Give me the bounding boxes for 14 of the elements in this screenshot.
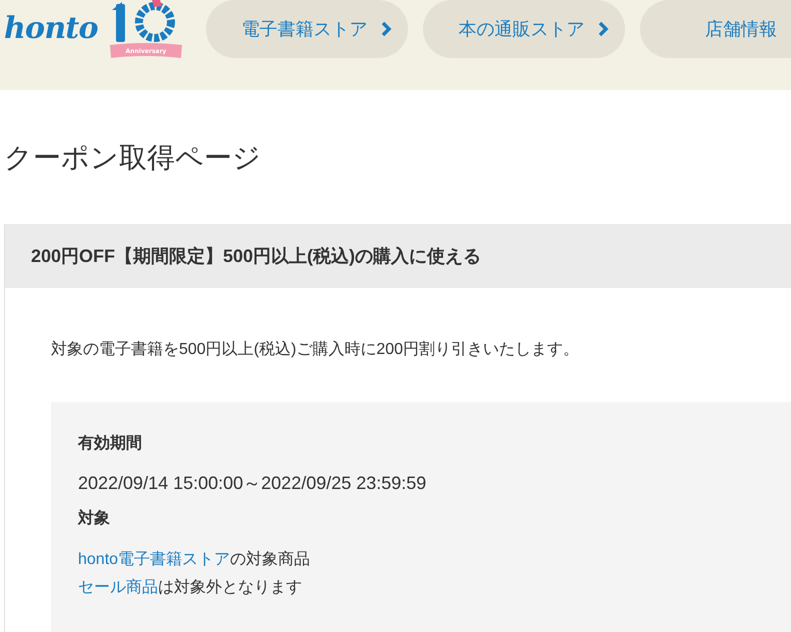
nav-tab[interactable]: 電子書籍ストア xyxy=(206,0,408,58)
coupon-title: 200円OFF【期間限定】500円以上(税込)の購入に使える xyxy=(31,244,482,268)
link[interactable]: honto電子書籍ストア xyxy=(78,551,230,568)
honto-logo[interactable]: honto xyxy=(4,14,98,44)
detail-text: セール商品は対象外となります xyxy=(78,578,303,598)
coupon-description: 対象の電子書籍を500円以上(税込)ご購入時に200円割り引きいたします。 xyxy=(51,340,580,360)
detail-text: 2022/09/14 15:00:00～2022/09/25 23:59:59 xyxy=(78,472,428,495)
nav-tab[interactable]: 本の通販ストア xyxy=(422,0,625,58)
link[interactable]: セール商品 xyxy=(78,579,158,596)
detail-label: 対象 xyxy=(78,508,111,529)
detail-text: honto電子書籍ストアの対象商品 xyxy=(78,550,312,570)
nav-tab[interactable]: 店舗情報 xyxy=(640,0,791,58)
detail-label: 有効期間 xyxy=(78,434,143,454)
page-title: クーポン取得ページ xyxy=(4,144,262,172)
